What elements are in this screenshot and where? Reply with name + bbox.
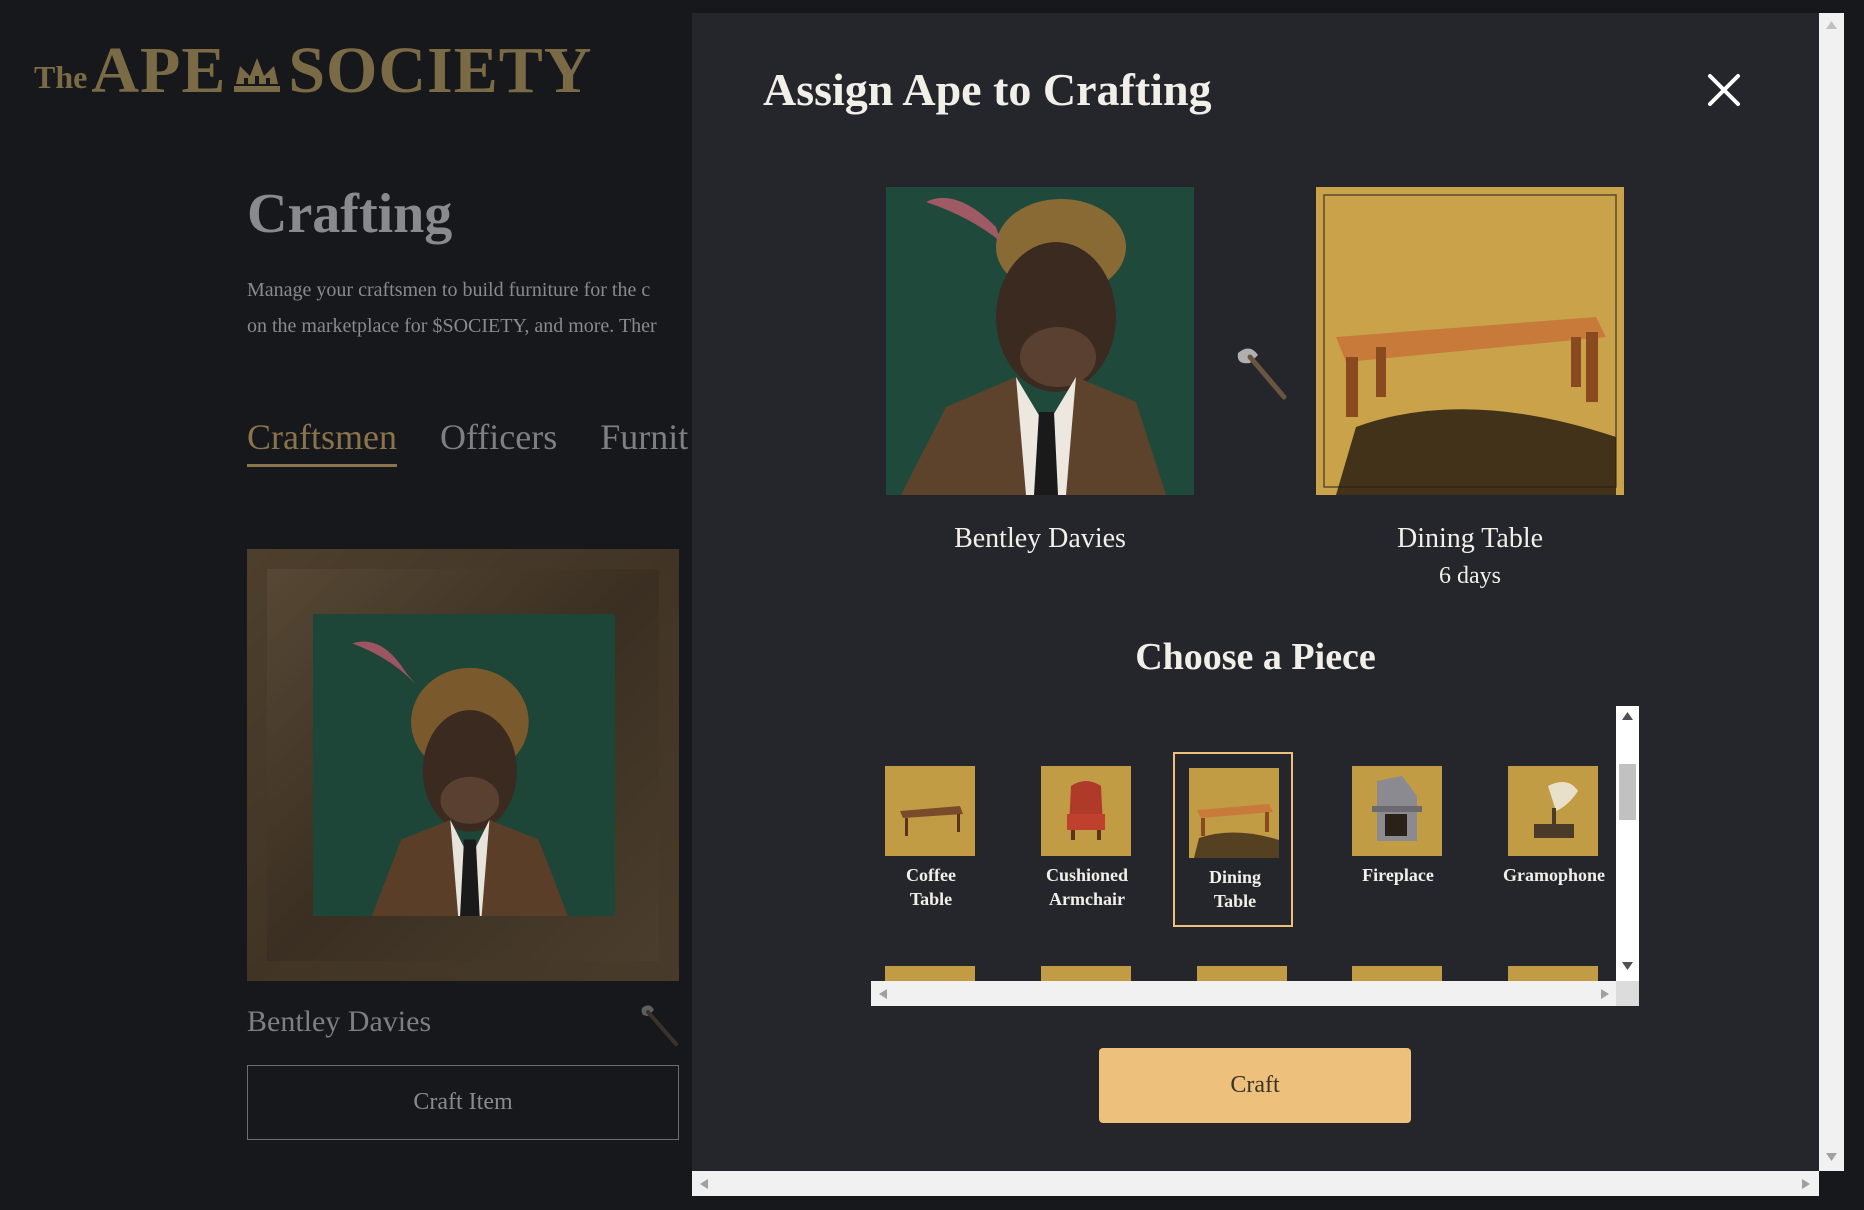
piece-coffee-table[interactable]: Coffee Table <box>871 752 991 927</box>
ape-portrait-image <box>886 187 1194 495</box>
piece-thumb-partial[interactable] <box>885 966 975 981</box>
scroll-down-arrow-icon[interactable] <box>1622 962 1633 970</box>
scroll-left-arrow-icon[interactable] <box>879 989 887 999</box>
page-description: Manage your craftsmen to build furniture… <box>247 272 692 344</box>
crafting-tabs: Craftsmen Officers Furnit <box>247 416 692 468</box>
selected-ape-portrait <box>886 187 1194 495</box>
scroll-right-arrow-icon[interactable] <box>1802 1179 1810 1189</box>
tab-officers[interactable]: Officers <box>440 416 557 464</box>
crown-icon <box>234 58 281 92</box>
ape-society-logo[interactable]: The APE SOCIETY <box>34 38 592 104</box>
modal-title: Assign Ape to Crafting <box>763 64 1212 115</box>
piece-thumb-partial[interactable] <box>1508 966 1598 981</box>
cushioned-armchair-thumb <box>1041 766 1131 856</box>
assign-ape-modal: Assign Ape to Crafting Bentley Davies Di… <box>692 13 1819 1171</box>
choose-piece-title: Choose a Piece <box>1135 636 1376 678</box>
piece-label: Dining Table <box>1208 867 1262 911</box>
piece-list-vertical-scrollbar[interactable] <box>1616 706 1639 1006</box>
piece-label: Cushioned Armchair <box>1045 865 1129 909</box>
piece-cushioned-armchair[interactable]: Cushioned Armchair <box>1027 752 1147 927</box>
fireplace-thumb <box>1352 766 1442 856</box>
piece-gramophone[interactable]: Gramophone <box>1494 752 1614 927</box>
page-title: Crafting <box>247 183 453 245</box>
scroll-up-arrow-icon[interactable] <box>1622 712 1633 720</box>
craftsman-portrait-frame[interactable] <box>247 549 679 981</box>
close-icon[interactable] <box>1702 68 1746 112</box>
logo-society: SOCIETY <box>288 34 593 107</box>
craft-button[interactable]: Craft <box>1099 1048 1411 1123</box>
piece-label: Coffee Table <box>906 865 956 909</box>
piece-thumb-partial[interactable] <box>1197 966 1287 981</box>
modal-vertical-scrollbar[interactable] <box>1819 13 1844 1171</box>
scroll-right-arrow-icon[interactable] <box>1601 989 1609 999</box>
piece-grid: Coffee Table Cushioned Armchair Dining T… <box>871 706 1616 981</box>
craft-item-button[interactable]: Craft Item <box>247 1065 679 1140</box>
selected-item-name: Dining Table <box>1396 523 1544 554</box>
scroll-down-arrow-icon[interactable] <box>1826 1153 1837 1161</box>
crafting-duration: 6 days <box>1439 563 1501 589</box>
scroll-up-arrow-icon[interactable] <box>1826 21 1837 29</box>
craftsman-portrait <box>313 614 615 916</box>
selected-item-portrait <box>1316 187 1624 495</box>
piece-thumb-partial[interactable] <box>1352 966 1442 981</box>
description-line-2: on the marketplace for $SOCIETY, and mor… <box>247 315 657 337</box>
tab-furniture[interactable]: Furnit <box>600 416 688 464</box>
dining-table-thumb <box>1189 768 1279 858</box>
logo-ape: APE <box>91 34 227 107</box>
piece-thumb-partial[interactable] <box>1041 966 1131 981</box>
piece-dining-table[interactable]: Dining Table <box>1173 752 1293 927</box>
piece-list: Coffee Table Cushioned Armchair Dining T… <box>871 706 1639 1006</box>
piece-label: Fireplace <box>1362 865 1434 885</box>
piece-fireplace[interactable]: Fireplace <box>1338 752 1458 927</box>
modal-horizontal-scrollbar[interactable] <box>692 1171 1819 1196</box>
selected-ape-name: Bentley Davies <box>954 523 1126 554</box>
scrollbar-thumb[interactable] <box>1619 764 1636 820</box>
axe-icon <box>641 1005 678 1046</box>
ape-portrait-image <box>313 614 615 916</box>
piece-label: Gramophone <box>1502 865 1605 885</box>
scrollbar-corner <box>1616 981 1639 1006</box>
coffee-table-thumb <box>885 766 975 856</box>
piece-list-horizontal-scrollbar[interactable] <box>871 981 1616 1006</box>
dining-table-image <box>1316 187 1624 495</box>
axe-icon <box>1237 348 1287 400</box>
craftsman-name: Bentley Davies <box>247 1005 432 1038</box>
scroll-left-arrow-icon[interactable] <box>700 1179 708 1189</box>
tab-craftsmen[interactable]: Craftsmen <box>247 416 397 467</box>
description-line-1: Manage your craftsmen to build furniture… <box>247 279 651 301</box>
logo-the: The <box>34 59 88 95</box>
gramophone-thumb <box>1508 766 1598 856</box>
